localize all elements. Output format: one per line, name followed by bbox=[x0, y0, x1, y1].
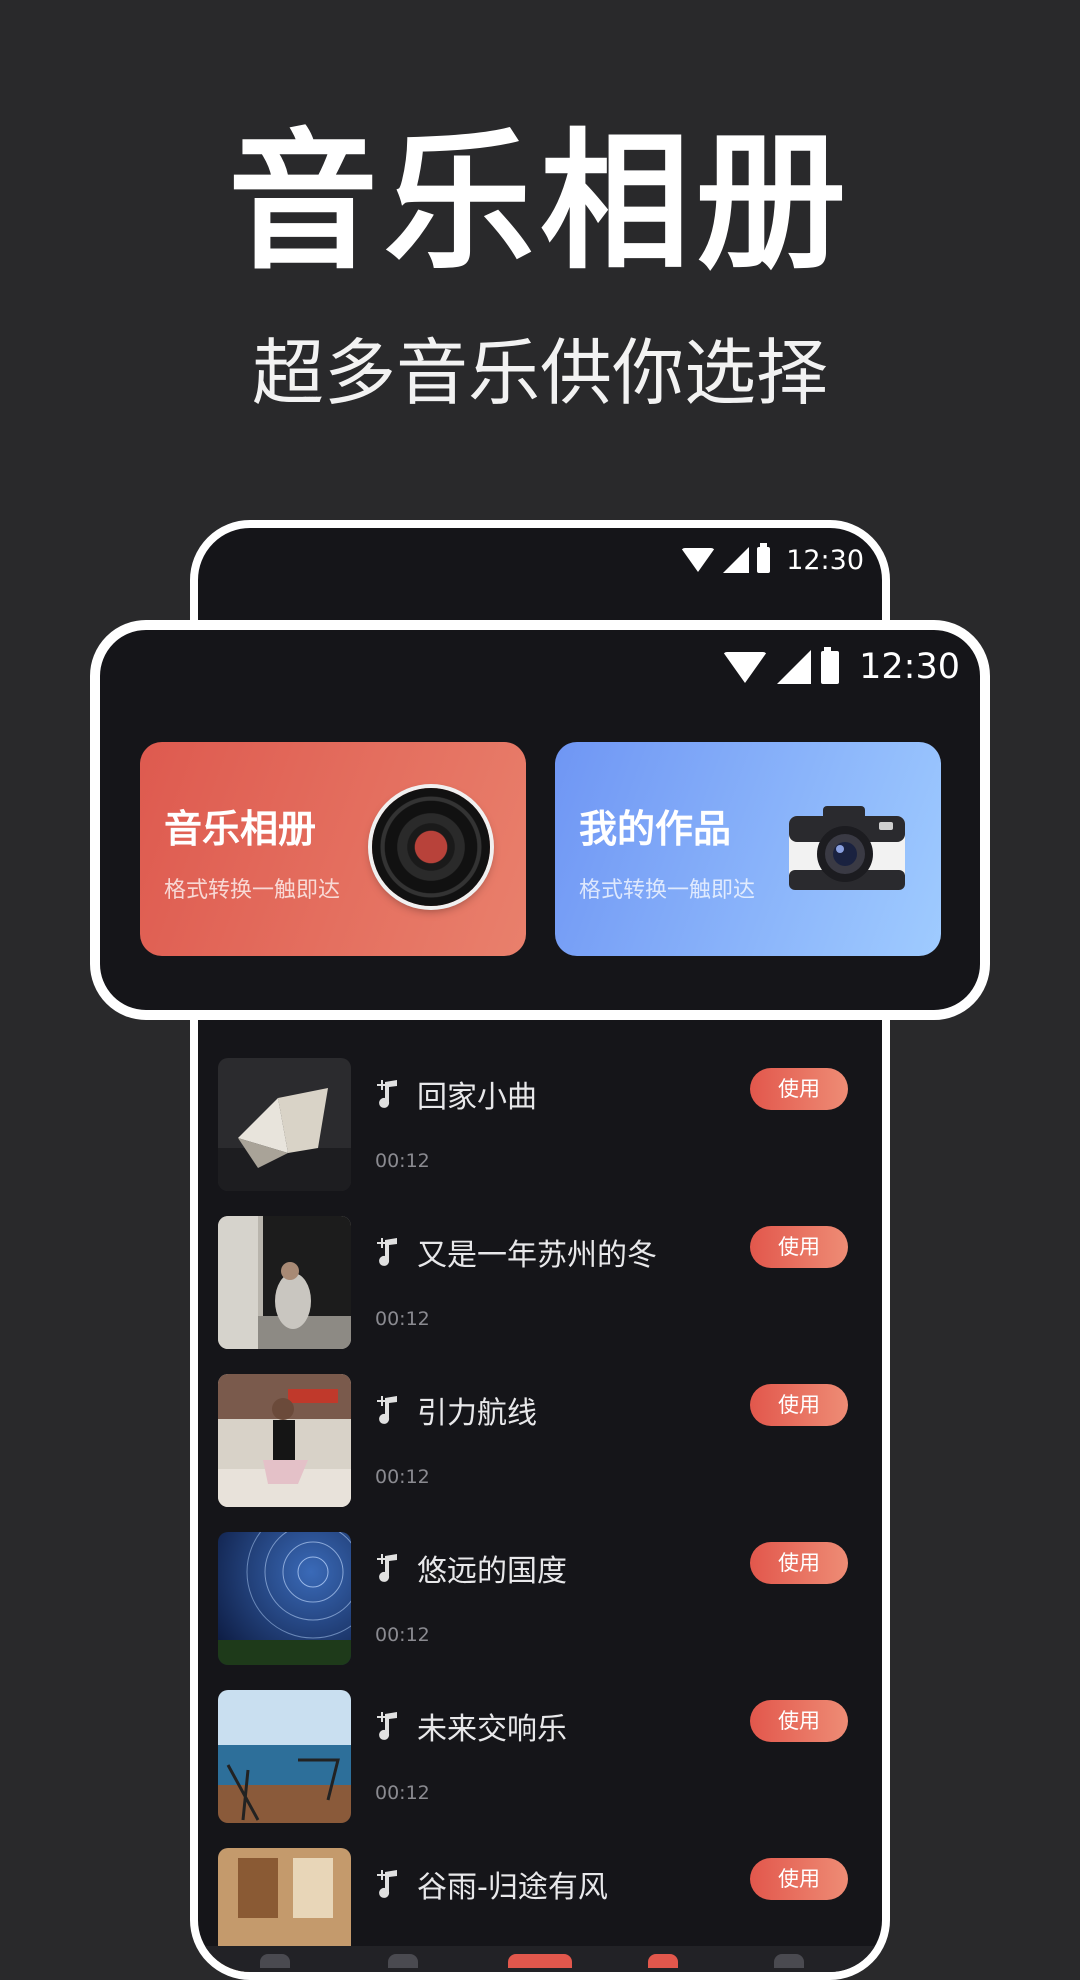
song-row[interactable]: 悠远的国度 00:12 使用 bbox=[218, 1532, 858, 1690]
card-subtitle: 格式转换一触即达 bbox=[164, 878, 341, 903]
music-album-card[interactable]: 音乐相册 格式转换一触即达 bbox=[140, 742, 526, 956]
music-note-icon bbox=[377, 1870, 397, 1898]
wifi-icon bbox=[723, 651, 768, 683]
status-bar: 12:30 bbox=[681, 540, 864, 580]
music-note-icon bbox=[377, 1080, 397, 1108]
song-title: 未来交响乐 bbox=[417, 1712, 567, 1747]
song-row[interactable]: 回家小曲 00:12 使用 bbox=[218, 1058, 858, 1216]
song-duration: 00:12 bbox=[375, 1782, 430, 1804]
nav-home-icon[interactable] bbox=[260, 1954, 290, 1968]
song-title: 谷雨-归途有风 bbox=[417, 1870, 608, 1905]
status-time: 12:30 bbox=[859, 647, 960, 687]
nav-album-icon[interactable] bbox=[388, 1954, 418, 1968]
wifi-icon bbox=[681, 548, 716, 572]
music-note-icon bbox=[377, 1712, 397, 1740]
song-row[interactable]: 又是一年苏州的冬 00:12 使用 bbox=[218, 1216, 858, 1374]
song-thumbnail bbox=[218, 1058, 351, 1191]
song-thumbnail bbox=[218, 1532, 351, 1665]
nav-profile-icon[interactable] bbox=[774, 1954, 804, 1968]
song-thumbnail bbox=[218, 1216, 351, 1349]
song-duration: 00:12 bbox=[375, 1624, 430, 1646]
signal-icon bbox=[723, 547, 750, 573]
card-subtitle: 格式转换一触即达 bbox=[579, 878, 756, 903]
use-button[interactable]: 使用 bbox=[750, 1226, 848, 1268]
song-title: 又是一年苏州的冬 bbox=[417, 1238, 657, 1273]
song-thumbnail bbox=[218, 1374, 351, 1507]
use-button[interactable]: 使用 bbox=[750, 1858, 848, 1900]
music-note-icon bbox=[377, 1554, 397, 1582]
camera-icon bbox=[789, 806, 905, 890]
nav-create-icon[interactable] bbox=[508, 1954, 572, 1968]
song-title: 引力航线 bbox=[417, 1396, 537, 1431]
battery-icon bbox=[757, 543, 771, 573]
song-duration: 00:12 bbox=[375, 1466, 430, 1488]
nav-works-icon[interactable] bbox=[648, 1954, 678, 1968]
promo-headline: 音乐相册 bbox=[227, 116, 852, 290]
bottom-nav-bar bbox=[198, 1946, 882, 1972]
signal-icon bbox=[777, 650, 812, 684]
battery-icon bbox=[821, 646, 840, 684]
use-button[interactable]: 使用 bbox=[750, 1384, 848, 1426]
my-works-card[interactable]: 我的作品 格式转换一触即达 bbox=[555, 742, 941, 956]
music-note-icon bbox=[377, 1238, 397, 1266]
music-note-icon bbox=[377, 1396, 397, 1424]
status-time: 12:30 bbox=[786, 544, 864, 576]
song-thumbnail bbox=[218, 1690, 351, 1823]
card-title: 音乐相册 bbox=[164, 807, 317, 851]
song-row[interactable]: 引力航线 00:12 使用 bbox=[218, 1374, 858, 1532]
song-title: 回家小曲 bbox=[417, 1080, 537, 1115]
use-button[interactable]: 使用 bbox=[750, 1700, 848, 1742]
use-button[interactable]: 使用 bbox=[750, 1068, 848, 1110]
vinyl-record-icon bbox=[372, 788, 490, 906]
promo-subheadline: 超多音乐供你选择 bbox=[251, 331, 828, 415]
card-title: 我的作品 bbox=[579, 807, 732, 851]
use-button[interactable]: 使用 bbox=[750, 1542, 848, 1584]
song-duration: 00:12 bbox=[375, 1150, 430, 1172]
song-row[interactable]: 未来交响乐 00:12 使用 bbox=[218, 1690, 858, 1848]
song-list: 回家小曲 00:12 使用 又是一年苏州的冬 00:12 使用 引力航线 00:… bbox=[218, 1058, 858, 1972]
song-duration: 00:12 bbox=[375, 1308, 430, 1330]
song-title: 悠远的国度 bbox=[417, 1554, 567, 1589]
status-bar: 12:30 bbox=[723, 642, 960, 692]
phone-front-frame: 12:30 音乐相册 格式转换一触即达 我的作品 格式转换一触即达 bbox=[90, 620, 990, 1020]
